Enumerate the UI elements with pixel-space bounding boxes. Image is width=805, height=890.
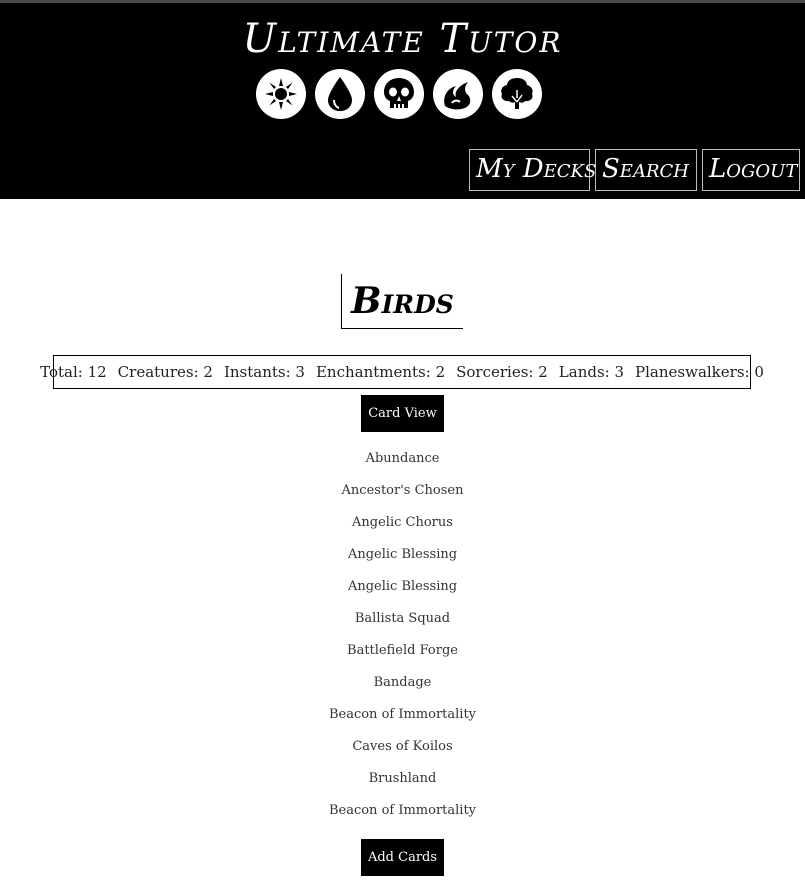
blue-drop-icon — [315, 69, 365, 119]
card-list-item[interactable]: Caves of Koilos — [0, 735, 805, 767]
mana-icon-row — [256, 69, 542, 119]
card-list-item[interactable]: Bandage — [0, 671, 805, 703]
card-list-item[interactable]: Battlefield Forge — [0, 639, 805, 671]
card-list-item[interactable]: Beacon of Immortality — [0, 703, 805, 735]
card-list-item[interactable]: Angelic Chorus — [0, 511, 805, 543]
card-list-item[interactable]: Angelic Blessing — [0, 575, 805, 607]
stat-instants: Instants: 3 — [223, 363, 305, 381]
deck-stats-bar: Total: 12 Creatures: 2 Instants: 3 Encha… — [40, 355, 764, 389]
green-tree-icon — [492, 69, 542, 119]
white-sun-icon — [256, 69, 306, 119]
card-list-item[interactable]: Ballista Squad — [0, 607, 805, 639]
stat-planeswalkers: Planeswalkers: 0 — [635, 363, 764, 381]
my-decks-button[interactable]: My Decks — [469, 149, 596, 191]
stat-sorceries: Sorceries: 2 — [456, 363, 548, 381]
card-list-item[interactable]: Abundance — [0, 447, 805, 479]
card-view-button[interactable]: Card View — [361, 395, 444, 432]
stat-enchantments: Enchantments: 2 — [315, 363, 446, 381]
deck-title: Birds — [341, 274, 463, 329]
card-list-item[interactable]: Angelic Blessing — [0, 543, 805, 575]
site-title[interactable]: Ultimate Tutor — [0, 15, 805, 63]
site-header: Ultimate Tutor My Decks Search Logout — [0, 3, 805, 199]
red-fire-icon — [433, 69, 483, 119]
stat-total: Total: 12 — [40, 363, 107, 381]
card-list: Abundance Ancestor's Chosen Angelic Chor… — [0, 447, 805, 831]
main-nav: My Decks Search Logout — [469, 149, 800, 191]
card-list-item[interactable]: Beacon of Immortality — [0, 799, 805, 831]
stat-creatures: Creatures: 2 — [117, 363, 213, 381]
search-button[interactable]: Search — [595, 149, 697, 191]
card-list-item[interactable]: Brushland — [0, 767, 805, 799]
black-skull-icon — [374, 69, 424, 119]
add-cards-button[interactable]: Add Cards — [361, 839, 444, 876]
logout-button[interactable]: Logout — [702, 149, 800, 191]
stat-lands: Lands: 3 — [558, 363, 625, 381]
card-list-item[interactable]: Ancestor's Chosen — [0, 479, 805, 511]
